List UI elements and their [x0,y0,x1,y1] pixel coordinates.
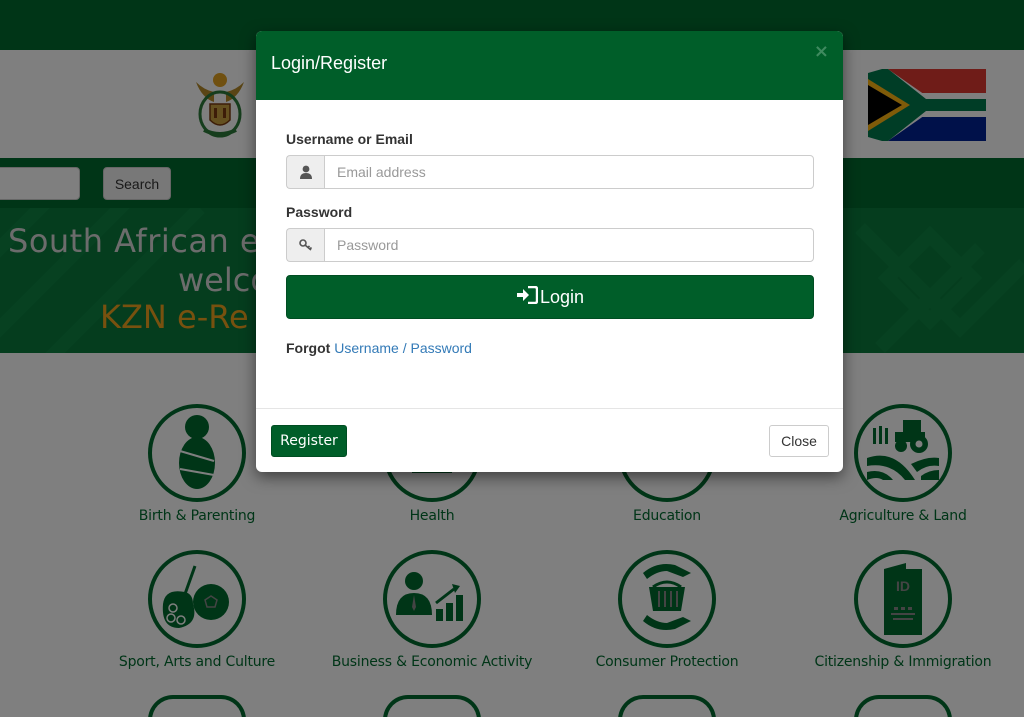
forgot-credentials: Forgot Username / Password [286,340,472,356]
forgot-password-link[interactable]: Password [410,340,471,356]
password-label: Password [286,204,353,220]
modal-header: Login/Register × [256,31,843,100]
password-input[interactable] [324,228,814,262]
user-icon [286,155,324,189]
modal-footer: Register Close [256,408,843,472]
username-input-group [286,155,814,189]
username-label: Username or Email [286,131,413,147]
login-button-label: Login [539,286,585,307]
login-register-modal: Login/Register × Username or Email Passw… [256,31,843,472]
modal-title: Login/Register [271,53,388,73]
register-button[interactable]: Register [271,425,347,457]
login-button[interactable]: Login [286,275,814,319]
forgot-prefix: Forgot [286,340,331,356]
sign-in-icon [516,285,539,309]
forgot-username-link[interactable]: Username [334,340,399,356]
close-icon[interactable]: × [814,43,829,61]
close-button[interactable]: Close [769,425,829,457]
username-email-input[interactable] [324,155,814,189]
password-input-group [286,228,814,262]
forgot-separator: / [402,340,407,356]
key-icon [286,228,324,262]
